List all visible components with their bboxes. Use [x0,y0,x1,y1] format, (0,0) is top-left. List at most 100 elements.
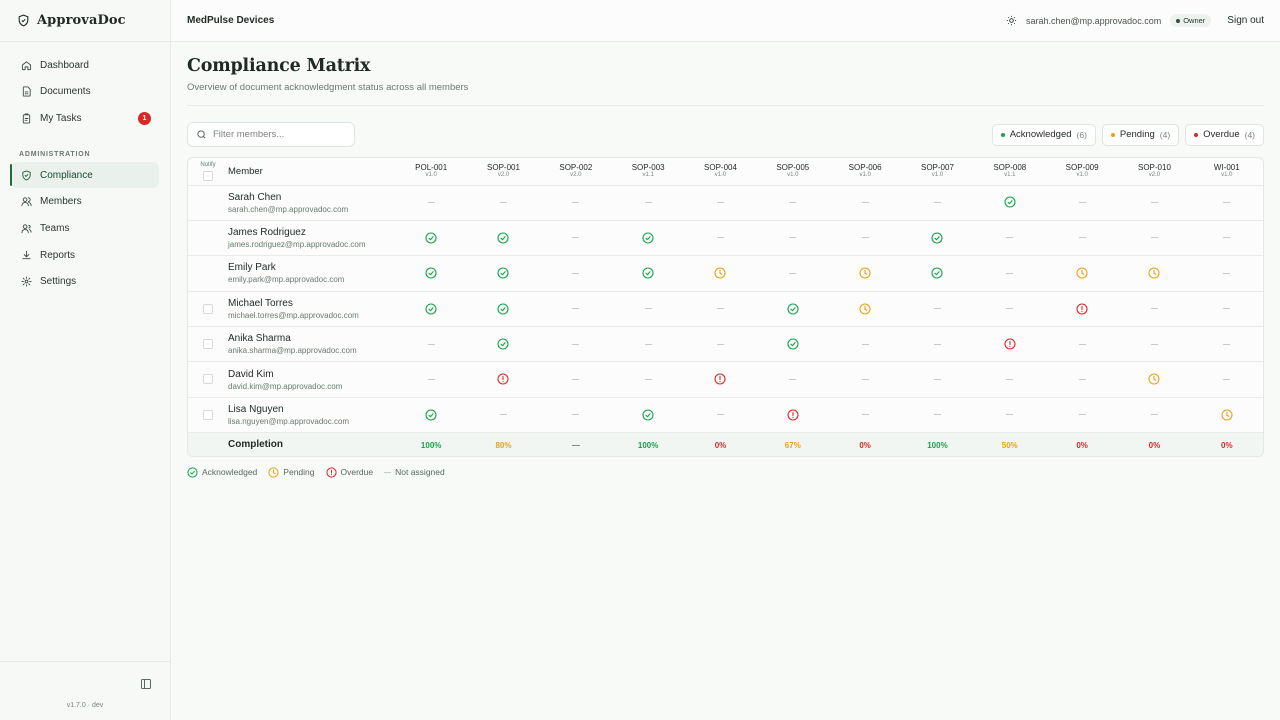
sidebar-item-compliance[interactable]: Compliance [10,162,159,189]
chip-label: Pending [1119,129,1155,140]
member-email: david.kim@mp.approvadoc.com [228,381,343,391]
status-cell[interactable] [1190,397,1263,434]
document-column-header[interactable]: SOP-010 v2.0 [1118,158,1191,186]
status-cell [901,291,974,328]
document-column-header[interactable]: SOP-002 v2.0 [539,158,612,186]
select-all-checkbox[interactable] [203,170,213,181]
status-cell[interactable] [973,185,1046,221]
page-title: Compliance Matrix [187,56,371,76]
notify-checkbox[interactable] [203,339,213,350]
sidebar-item-settings[interactable]: Settings [11,269,159,295]
role-badge: Owner [1170,14,1212,27]
status-cell[interactable] [611,397,685,434]
status-cell [539,326,612,363]
status-cell[interactable] [467,291,540,328]
status-cell[interactable] [901,220,974,257]
sidebar-item-members[interactable]: Members [11,189,159,215]
filter-chip-overdue[interactable]: Overdue (4) [1185,123,1264,146]
completion-cell: 0% [1118,432,1191,456]
chip-count: (4) [1159,129,1171,140]
status-cell[interactable] [467,255,540,292]
member-email: lisa.nguyen@mp.approvadoc.com [228,417,350,427]
status-cell[interactable] [611,255,685,292]
brand[interactable]: ApprovaDoc [0,0,170,42]
compliance-matrix: Notify Member POL-001 v1.0 SOP-001 v2.0 SOP-00… [187,157,1264,457]
download-icon [22,250,31,259]
acknowledged-icon [425,267,437,279]
status-cell[interactable] [395,220,468,257]
status-cell[interactable] [756,291,829,328]
status-cell[interactable] [467,220,540,257]
filter-chip-acknowledged[interactable]: Acknowledged (6) [991,123,1096,146]
status-cell[interactable] [1118,361,1191,398]
status-cell[interactable] [611,220,685,257]
status-cell[interactable] [395,397,468,434]
notify-checkbox[interactable] [203,303,213,314]
document-column-header[interactable]: SOP-005 v1.0 [756,158,829,186]
status-cell[interactable] [973,326,1046,363]
collapse-sidebar-icon[interactable] [140,678,152,690]
status-cell[interactable] [756,326,829,363]
acknowledged-icon [642,232,654,244]
not-assigned-dash [1078,237,1086,239]
legend-label: Acknowledged [202,467,258,478]
document-column-header[interactable]: SOP-006 v1.0 [828,158,902,186]
document-column-header[interactable]: SOP-007 v1.0 [901,158,974,186]
status-cell [828,185,902,221]
status-cell [467,397,540,434]
status-cell[interactable] [684,255,757,292]
status-cell[interactable] [756,397,829,434]
acknowledged-icon [931,232,944,244]
notify-checkbox[interactable] [203,409,213,420]
filter-chip-pending[interactable]: Pending (4) [1101,123,1180,146]
not-assigned-dash [572,308,580,310]
not-assigned-dash [644,378,652,380]
sidebar-item-documents[interactable]: Documents [11,79,159,105]
theme-toggle-icon[interactable] [1006,15,1017,26]
acknowledged-icon [787,303,799,315]
status-cell[interactable] [1045,291,1119,328]
status-cell[interactable] [1118,255,1191,292]
document-column-header[interactable]: SOP-008 v1.1 [973,158,1046,186]
sign-out-button[interactable]: Sign out [1227,15,1264,26]
status-cell[interactable] [828,291,902,328]
table-row: Michael Torres michael.torres@mp.approvad… [188,291,1263,328]
completion-value: — [571,441,580,451]
status-cell[interactable] [684,361,757,398]
sidebar-item-teams[interactable]: Teams [11,215,159,241]
status-cell[interactable] [901,255,974,292]
status-cell [1045,397,1119,434]
sidebar-item-label: Compliance [40,169,93,181]
member-name: Lisa Nguyen [228,404,284,416]
document-column-header[interactable]: SOP-001 v2.0 [467,158,540,186]
completion-cell: 100% [901,432,974,456]
status-cell [1118,291,1191,328]
status-cell[interactable] [395,255,468,292]
status-cell [611,291,685,328]
sidebar-item-reports[interactable]: Reports [11,242,159,268]
document-column-header[interactable]: POL-001 v1.0 [395,158,468,186]
document-column-header[interactable]: WI-001 v1.0 [1190,158,1263,186]
status-cell [539,361,612,398]
filter-members[interactable] [187,122,355,147]
status-cell[interactable] [1045,255,1119,292]
not-assigned-dash [1006,414,1014,416]
document-version: v1.0 [1221,172,1233,179]
status-cell[interactable] [467,326,540,363]
document-column-header[interactable]: SOP-003 v1.1 [611,158,685,186]
sidebar-item-my-tasks[interactable]: My Tasks 1 [11,105,159,131]
not-assigned-dash [1150,201,1158,203]
document-column-header[interactable]: SOP-009 v1.0 [1045,158,1119,186]
status-cell [467,185,540,221]
member-name: James Rodriguez [228,227,306,239]
status-cell [1118,185,1191,221]
status-cell[interactable] [828,255,902,292]
status-cell[interactable] [395,291,468,328]
sidebar-item-dashboard[interactable]: Dashboard [11,52,159,78]
filter-members-input[interactable] [213,129,343,140]
status-cell[interactable] [467,361,540,398]
document-column-header[interactable]: SOP-004 v1.0 [684,158,757,186]
status-cell [1118,397,1191,434]
notify-checkbox[interactable] [203,374,213,385]
not-assigned-dash [644,308,652,310]
